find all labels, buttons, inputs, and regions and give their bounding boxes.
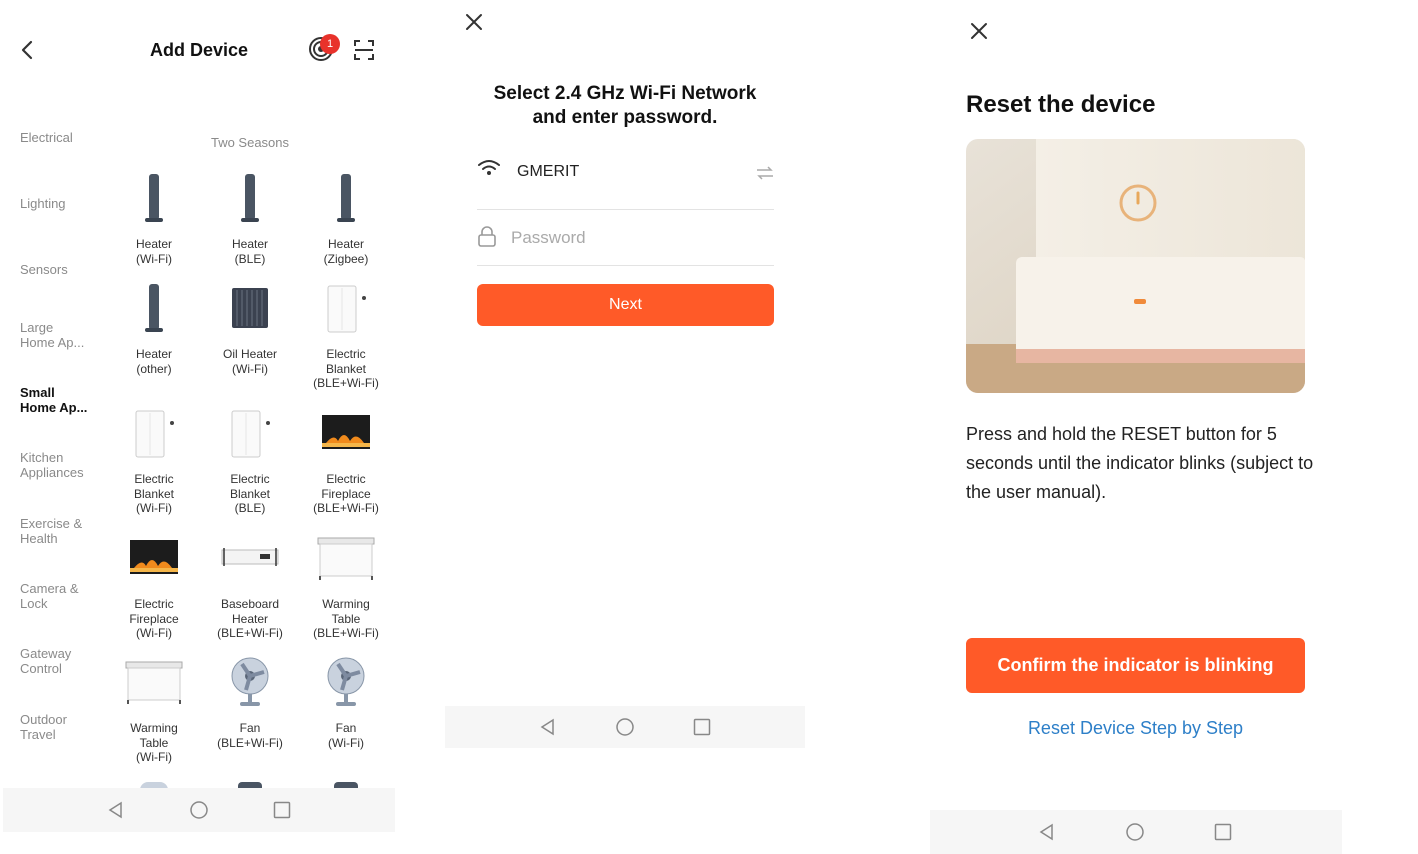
close-icon[interactable] — [463, 11, 485, 33]
qr-scan-icon[interactable] — [352, 38, 376, 62]
close-icon[interactable] — [968, 20, 990, 42]
device-electric-blanket-ble[interactable]: Electric Blanket (BLE) — [202, 405, 298, 516]
device-electric-fireplace-ble-wifi[interactable]: Electric Fireplace (BLE+Wi-Fi) — [298, 405, 394, 516]
device-reset-photo — [966, 139, 1305, 393]
category-electrical[interactable]: Electrical — [20, 130, 110, 145]
password-field[interactable]: Password — [477, 218, 774, 266]
device-fan-ble-wifi[interactable]: Fan (BLE+Wi-Fi) — [202, 654, 298, 750]
nav-back-icon[interactable] — [107, 801, 125, 819]
category-large-home-appliances[interactable]: Large Home Ap... — [20, 320, 90, 350]
device-fan-wifi[interactable]: Fan (Wi-Fi) — [298, 654, 394, 750]
reset-device-screen: Reset the device Press and hold the RESE… — [930, 0, 1342, 854]
reset-step-by-step-link[interactable]: Reset Device Step by Step — [966, 718, 1305, 739]
category-sensors[interactable]: Sensors — [20, 262, 110, 277]
nav-home-icon[interactable] — [616, 718, 634, 736]
page-title: Reset the device — [966, 91, 1156, 118]
next-button[interactable]: Next — [477, 284, 774, 326]
device-name: Electric Blanket (Wi-Fi) — [133, 472, 175, 515]
lock-icon — [478, 226, 496, 247]
wifi-ssid: GMERIT — [517, 163, 580, 180]
tower-heater-icon — [145, 174, 163, 222]
device-name: Warming Table (Wi-Fi) — [130, 721, 178, 764]
system-nav-bar — [445, 706, 805, 748]
nav-back-icon[interactable] — [539, 718, 557, 736]
back-arrow-icon[interactable] — [14, 36, 42, 64]
nav-back-icon[interactable] — [1038, 823, 1056, 841]
system-nav-bar — [3, 788, 395, 832]
page-title: Add Device — [149, 40, 249, 60]
tower-heater-icon — [337, 174, 355, 222]
category-outdoor-travel[interactable]: Outdoor Travel — [20, 712, 90, 742]
device-heater-ble[interactable]: Heater (BLE) — [202, 170, 298, 266]
device-name: Electric Fireplace (Wi-Fi) — [129, 597, 179, 640]
desk-fan-icon — [231, 657, 269, 706]
warming-table-icon — [317, 537, 375, 580]
device-heater-wifi[interactable]: Heater (Wi-Fi) — [106, 170, 202, 266]
device-name: Fan (Wi-Fi) — [328, 721, 364, 750]
nav-recents-icon[interactable] — [273, 801, 291, 819]
device-warming-table-wifi[interactable]: Warming Table (Wi-Fi) — [106, 654, 202, 765]
oil-heater-icon — [232, 288, 268, 328]
device-name: Heater (Wi-Fi) — [135, 237, 173, 266]
system-nav-bar — [930, 810, 1342, 854]
nav-home-icon[interactable] — [1126, 823, 1144, 841]
device-electric-blanket-ble-wifi[interactable]: Electric Blanket (BLE+Wi-Fi) — [298, 280, 394, 391]
electric-fireplace-icon — [130, 540, 178, 574]
switch-network-icon[interactable] — [755, 166, 775, 180]
device-oil-heater[interactable]: Oil Heater (Wi-Fi) — [202, 280, 298, 376]
category-camera-lock[interactable]: Camera & Lock — [20, 581, 90, 611]
nav-recents-icon[interactable] — [1214, 823, 1232, 841]
electric-fireplace-icon — [322, 415, 370, 449]
device-name: Heater (BLE) — [231, 237, 269, 266]
category-lighting[interactable]: Lighting — [20, 196, 110, 211]
device-name: Fan (BLE+Wi-Fi) — [217, 721, 283, 750]
category-gateway-control[interactable]: Gateway Control — [20, 646, 90, 676]
desk-fan-icon — [327, 657, 365, 706]
device-name: Electric Blanket (BLE+Wi-Fi) — [313, 347, 379, 390]
category-kitchen-appliances[interactable]: Kitchen Appliances — [20, 450, 90, 480]
wifi-setup-screen: Select 2.4 GHz Wi-Fi Network and enter p… — [445, 0, 805, 854]
device-name: Oil Heater (Wi-Fi) — [222, 347, 278, 376]
header: Add Device 1 — [0, 28, 400, 74]
device-name: Heater (other) — [135, 347, 173, 376]
warming-table-icon — [125, 661, 183, 704]
device-heater-other[interactable]: Heater (other) — [106, 280, 202, 376]
password-input[interactable]: Password — [511, 228, 586, 248]
device-name: Heater (Zigbee) — [323, 237, 369, 266]
nav-recents-icon[interactable] — [693, 718, 711, 736]
electric-blanket-icon — [135, 410, 174, 458]
tower-heater-icon — [145, 284, 163, 332]
device-electric-fireplace-wifi[interactable]: Electric Fireplace (Wi-Fi) — [106, 530, 202, 641]
nav-home-icon[interactable] — [190, 801, 208, 819]
reset-instructions: Press and hold the RESET button for 5 se… — [966, 424, 1314, 502]
device-warming-table-ble-wifi[interactable]: Warming Table (BLE+Wi-Fi) — [298, 530, 394, 641]
device-name: Electric Fireplace (BLE+Wi-Fi) — [313, 472, 379, 515]
notification-badge: 1 — [320, 34, 340, 54]
baseboard-heater-icon — [221, 548, 279, 566]
category-exercise-health[interactable]: Exercise & Health — [20, 516, 90, 546]
device-electric-blanket-wifi[interactable]: Electric Blanket (Wi-Fi) — [106, 405, 202, 516]
wifi-network-field[interactable]: GMERIT — [477, 152, 774, 210]
add-device-screen: Add Device 1 Electrical Lighting Sensors… — [0, 0, 400, 854]
device-heater-zigbee[interactable]: Heater (Zigbee) — [298, 170, 394, 266]
device-name: Electric Blanket (BLE) — [229, 472, 271, 515]
electric-blanket-icon — [231, 410, 270, 458]
device-name: Baseboard Heater (BLE+Wi-Fi) — [217, 597, 283, 640]
wifi-heading: Select 2.4 GHz Wi-Fi Network and enter p… — [493, 83, 757, 128]
confirm-blinking-button[interactable]: Confirm the indicator is blinking — [966, 638, 1305, 693]
electric-blanket-icon — [327, 285, 366, 333]
wifi-icon — [478, 160, 500, 175]
category-small-home-appliances[interactable]: Small Home Ap... — [20, 385, 90, 415]
device-baseboard-heater[interactable]: Baseboard Heater (BLE+Wi-Fi) — [202, 530, 298, 641]
section-title: Two Seasons — [210, 135, 290, 150]
device-name: Warming Table (BLE+Wi-Fi) — [313, 597, 379, 640]
tower-heater-icon — [241, 174, 259, 222]
